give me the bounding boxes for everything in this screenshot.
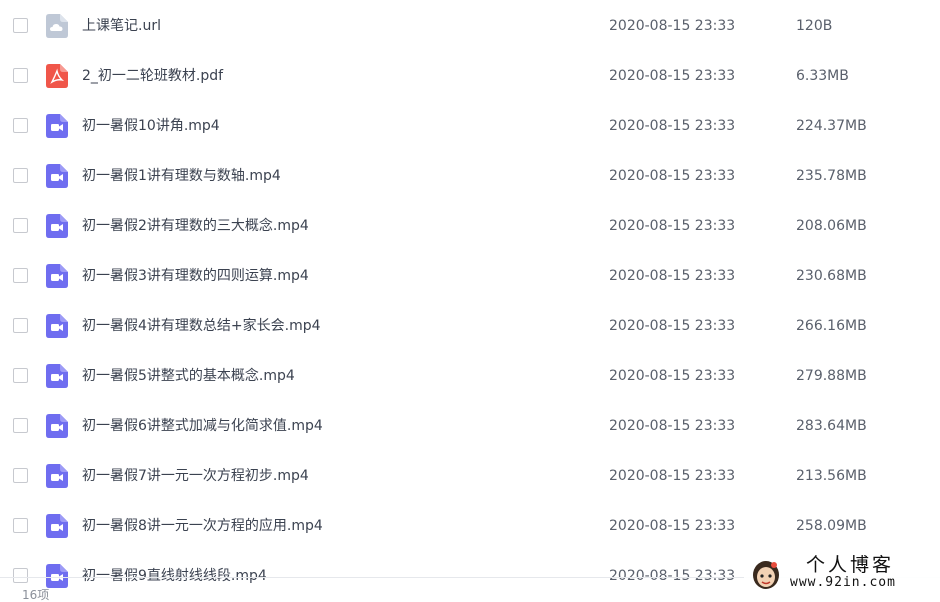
- row-checkbox[interactable]: [13, 218, 28, 233]
- file-row[interactable]: 初一暑假6讲整式加减与化简求值.mp4 2020-08-15 23:33 283.6…: [0, 401, 940, 451]
- file-date: 2020-08-15 23:33: [609, 18, 736, 34]
- file-date: 2020-08-15 23:33: [609, 268, 736, 284]
- item-count: 16项: [22, 588, 50, 602]
- file-date: 2020-08-15 23:33: [609, 518, 736, 534]
- file-row[interactable]: 初一暑假4讲有理数总结+家长会.mp4 2020-08-15 23:33 266.1…: [0, 301, 940, 351]
- file-name[interactable]: 初一暑假1讲有理数与数轴.mp4: [82, 166, 281, 186]
- file-name[interactable]: 2_初一二轮班教材.pdf: [82, 66, 223, 86]
- video-file-icon: [46, 114, 68, 138]
- file-name[interactable]: 初一暑假3讲有理数的四则运算.mp4: [82, 266, 309, 286]
- file-row[interactable]: 初一暑假5讲整式的基本概念.mp4 2020-08-15 23:33 279.88M…: [0, 351, 940, 401]
- video-file-icon: [46, 264, 68, 288]
- row-checkbox[interactable]: [13, 68, 28, 83]
- file-date: 2020-08-15 23:33: [609, 418, 736, 434]
- row-checkbox[interactable]: [13, 418, 28, 433]
- watermark-face-icon: [753, 561, 779, 589]
- row-checkbox[interactable]: [13, 18, 28, 33]
- file-name[interactable]: 初一暑假5讲整式的基本概念.mp4: [82, 366, 295, 386]
- file-size: 6.33MB: [796, 68, 849, 84]
- file-row[interactable]: 初一暑假1讲有理数与数轴.mp4 2020-08-15 23:33 235.78MB: [0, 151, 940, 201]
- file-name[interactable]: 初一暑假7讲一元一次方程初步.mp4: [82, 466, 309, 486]
- file-name[interactable]: 初一暑假6讲整式加减与化简求值.mp4: [82, 416, 323, 436]
- file-name[interactable]: 初一暑假8讲一元一次方程的应用.mp4: [82, 516, 323, 536]
- file-date: 2020-08-15 23:33: [609, 68, 736, 84]
- video-file-icon: [46, 314, 68, 338]
- video-file-icon: [46, 514, 68, 538]
- file-name[interactable]: 初一暑假2讲有理数的三大概念.mp4: [82, 216, 309, 236]
- file-date: 2020-08-15 23:33: [609, 468, 736, 484]
- row-checkbox[interactable]: [13, 168, 28, 183]
- row-checkbox[interactable]: [13, 468, 28, 483]
- file-date: 2020-08-15 23:33: [609, 368, 736, 384]
- row-checkbox[interactable]: [13, 268, 28, 283]
- file-row[interactable]: 初一暑假10讲角.mp4 2020-08-15 23:33 224.37MB: [0, 101, 940, 151]
- file-name[interactable]: 初一暑假9直线射线线段.mp4: [82, 566, 267, 586]
- pdf-file-icon: [46, 64, 68, 88]
- video-file-icon: [46, 214, 68, 238]
- watermark-url: www.92in.com: [790, 575, 896, 590]
- row-checkbox[interactable]: [13, 318, 28, 333]
- watermark-title: 个人博客: [806, 554, 895, 576]
- file-size: 213.56MB: [796, 468, 867, 484]
- row-checkbox[interactable]: [13, 368, 28, 383]
- file-date: 2020-08-15 23:33: [609, 218, 736, 234]
- file-row[interactable]: 2_初一二轮班教材.pdf 2020-08-15 23:33 6.33MB: [0, 51, 940, 101]
- file-date: 2020-08-15 23:33: [609, 318, 736, 334]
- file-size: 258.09MB: [796, 518, 867, 534]
- video-file-icon: [46, 414, 68, 438]
- file-size: 208.06MB: [796, 218, 867, 234]
- url-file-icon: [46, 14, 68, 38]
- file-row[interactable]: 初一暑假7讲一元一次方程初步.mp4 2020-08-15 23:33 213.56…: [0, 451, 940, 501]
- video-file-icon: [46, 564, 68, 588]
- file-size: 224.37MB: [796, 118, 867, 134]
- row-checkbox[interactable]: [13, 518, 28, 533]
- video-file-icon: [46, 164, 68, 188]
- file-row[interactable]: 初一暑假8讲一元一次方程的应用.mp4 2020-08-15 23:33 258.0…: [0, 501, 940, 551]
- file-row[interactable]: 上课笔记.url 2020-08-15 23:33 120B: [0, 1, 940, 51]
- file-name[interactable]: 初一暑假4讲有理数总结+家长会.mp4: [82, 316, 321, 336]
- file-size: 235.78MB: [796, 168, 867, 184]
- file-date: 2020-08-15 23:33: [609, 118, 736, 134]
- file-row[interactable]: 初一暑假3讲有理数的四则运算.mp4 2020-08-15 23:33 230.68…: [0, 251, 940, 301]
- file-size: 230.68MB: [796, 268, 867, 284]
- file-size: 120B: [796, 18, 833, 34]
- row-checkbox[interactable]: [13, 118, 28, 133]
- watermark: 个人博客 www.92in.com: [744, 553, 940, 596]
- video-file-icon: [46, 364, 68, 388]
- file-row[interactable]: 初一暑假2讲有理数的三大概念.mp4 2020-08-15 23:33 208.06…: [0, 201, 940, 251]
- file-name[interactable]: 上课笔记.url: [82, 16, 161, 36]
- video-file-icon: [46, 464, 68, 488]
- file-size: 283.64MB: [796, 418, 867, 434]
- row-checkbox[interactable]: [13, 568, 28, 583]
- file-date: 2020-08-15 23:33: [609, 568, 736, 584]
- file-size: 279.88MB: [796, 368, 867, 384]
- file-name[interactable]: 初一暑假10讲角.mp4: [82, 116, 220, 136]
- file-date: 2020-08-15 23:33: [609, 168, 736, 184]
- file-size: 266.16MB: [796, 318, 867, 334]
